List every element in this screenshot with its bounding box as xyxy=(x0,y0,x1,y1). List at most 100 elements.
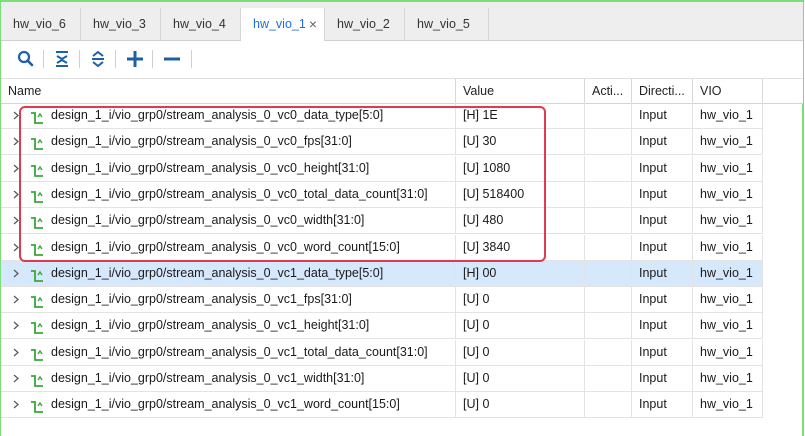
cell-vio: hw_vio_1 xyxy=(693,392,763,418)
cell-activity xyxy=(585,392,632,418)
column-header-name[interactable]: Name xyxy=(1,79,456,103)
remove-icon[interactable] xyxy=(161,48,183,70)
tab-hw-vio-1[interactable]: hw_vio_1 × xyxy=(241,8,325,41)
cell-activity xyxy=(585,208,632,234)
chevron-right-icon[interactable] xyxy=(11,208,21,233)
cell-direction: Input xyxy=(632,103,693,128)
cell-value[interactable]: [U] 480 xyxy=(456,208,585,234)
cell-direction: Input xyxy=(632,339,693,365)
toolbar-separator xyxy=(191,50,192,68)
probe-name: design_1_i/vio_grp0/stream_analysis_0_vc… xyxy=(51,397,400,412)
cell-activity xyxy=(585,129,632,155)
chevron-right-icon[interactable] xyxy=(11,340,21,365)
cell-activity xyxy=(585,313,632,339)
cell-direction: Input xyxy=(632,260,693,286)
toolbar-separator xyxy=(115,50,116,68)
chevron-right-icon[interactable] xyxy=(11,261,21,286)
table-row[interactable]: design_1_i/vio_grp0/stream_analysis_0_vc… xyxy=(1,287,763,314)
probe-name: design_1_i/vio_grp0/stream_analysis_0_vc… xyxy=(51,213,365,228)
probe-signal-icon xyxy=(30,372,44,387)
tab-hw-vio-5[interactable]: hw_vio_5 xyxy=(405,8,489,40)
cell-direction: Input xyxy=(632,392,693,418)
cell-name: design_1_i/vio_grp0/stream_analysis_0_vc… xyxy=(1,339,456,365)
tab-bar: hw_vio_6 hw_vio_3 hw_vio_4 hw_vio_1 × hw… xyxy=(1,2,803,41)
column-header-vio[interactable]: VIO xyxy=(693,79,763,103)
cell-value[interactable]: [U] 30 xyxy=(456,129,585,155)
chevron-right-icon[interactable] xyxy=(11,366,21,391)
cell-value[interactable]: [H] 1E xyxy=(456,103,585,128)
cell-activity xyxy=(585,366,632,391)
probe-signal-icon xyxy=(30,319,44,335)
probe-signal-icon xyxy=(30,188,44,203)
cell-name: design_1_i/vio_grp0/stream_analysis_0_vc… xyxy=(1,392,456,418)
chevron-right-icon[interactable] xyxy=(11,392,21,417)
cell-value[interactable]: [U] 0 xyxy=(456,339,585,365)
tab-hw-vio-4[interactable]: hw_vio_4 xyxy=(161,8,241,40)
cell-activity xyxy=(585,287,632,313)
chevron-right-icon[interactable] xyxy=(11,235,21,260)
tab-label: hw_vio_4 xyxy=(173,17,226,31)
probe-name: design_1_i/vio_grp0/stream_analysis_0_vc… xyxy=(51,134,352,149)
cell-value[interactable]: [U] 3840 xyxy=(456,234,585,260)
probe-name: design_1_i/vio_grp0/stream_analysis_0_vc… xyxy=(51,239,400,254)
cell-activity xyxy=(585,260,632,286)
chevron-right-icon[interactable] xyxy=(11,313,21,338)
cell-vio: hw_vio_1 xyxy=(693,339,763,365)
cell-value[interactable]: [U] 0 xyxy=(456,287,585,313)
table-row[interactable]: design_1_i/vio_grp0/stream_analysis_0_vc… xyxy=(1,181,763,208)
column-header-direction[interactable]: Directi... xyxy=(632,79,693,103)
table-header: Name Value Acti... Directi... VIO xyxy=(1,78,803,104)
tab-hw-vio-6[interactable]: hw_vio_6 xyxy=(1,8,81,40)
cell-direction: Input xyxy=(632,366,693,391)
tab-hw-vio-3[interactable]: hw_vio_3 xyxy=(81,8,161,40)
table-row[interactable]: design_1_i/vio_grp0/stream_analysis_0_vc… xyxy=(1,339,763,366)
cell-value[interactable]: [U] 0 xyxy=(456,313,585,339)
table-row[interactable]: design_1_i/vio_grp0/stream_analysis_0_vc… xyxy=(1,129,763,156)
cell-direction: Input xyxy=(632,313,693,339)
table-row[interactable]: design_1_i/vio_grp0/stream_analysis_0_vc… xyxy=(1,392,763,419)
cell-vio: hw_vio_1 xyxy=(693,155,763,181)
cell-direction: Input xyxy=(632,208,693,234)
cell-activity xyxy=(585,155,632,181)
probe-signal-icon xyxy=(30,109,44,124)
collapse-all-icon[interactable] xyxy=(51,48,73,70)
table-row[interactable]: design_1_i/vio_grp0/stream_analysis_0_vc… xyxy=(1,155,763,182)
cell-vio: hw_vio_1 xyxy=(693,260,763,286)
chevron-right-icon[interactable] xyxy=(11,103,21,128)
table-row[interactable]: design_1_i/vio_grp0/stream_analysis_0_vc… xyxy=(1,313,763,340)
probe-name: design_1_i/vio_grp0/stream_analysis_0_vc… xyxy=(51,344,428,359)
cell-value[interactable]: [H] 00 xyxy=(456,260,585,286)
cell-value[interactable]: [U] 0 xyxy=(456,366,585,391)
add-icon[interactable] xyxy=(124,48,146,70)
table-row[interactable]: design_1_i/vio_grp0/stream_analysis_0_vc… xyxy=(1,234,763,261)
table-row[interactable]: design_1_i/vio_grp0/stream_analysis_0_vc… xyxy=(1,366,763,392)
probe-signal-icon xyxy=(30,267,44,282)
cell-vio: hw_vio_1 xyxy=(693,129,763,155)
cell-value[interactable]: [U] 518400 xyxy=(456,181,585,207)
tab-hw-vio-2[interactable]: hw_vio_2 xyxy=(325,8,405,40)
cell-direction: Input xyxy=(632,155,693,181)
chevron-right-icon[interactable] xyxy=(11,287,21,312)
probe-signal-icon xyxy=(30,346,44,361)
expand-all-icon[interactable] xyxy=(87,48,109,70)
probe-name: design_1_i/vio_grp0/stream_analysis_0_vc… xyxy=(51,186,428,201)
probe-signal-icon xyxy=(30,398,44,414)
cell-name: design_1_i/vio_grp0/stream_analysis_0_vc… xyxy=(1,234,456,260)
search-icon[interactable] xyxy=(15,48,37,70)
toolbar-separator xyxy=(43,50,44,68)
cell-activity xyxy=(585,103,632,128)
cell-value[interactable]: [U] 1080 xyxy=(456,155,585,181)
column-header-value[interactable]: Value xyxy=(456,79,585,103)
cell-vio: hw_vio_1 xyxy=(693,287,763,313)
cell-value[interactable]: [U] 0 xyxy=(456,392,585,418)
close-tab-icon[interactable]: × xyxy=(309,8,317,40)
chevron-right-icon[interactable] xyxy=(11,129,21,154)
table-row[interactable]: design_1_i/vio_grp0/stream_analysis_0_vc… xyxy=(1,103,763,129)
cell-vio: hw_vio_1 xyxy=(693,313,763,339)
chevron-right-icon[interactable] xyxy=(11,156,21,181)
chevron-right-icon[interactable] xyxy=(11,182,21,207)
column-header-activity[interactable]: Acti... xyxy=(585,79,632,103)
table-row[interactable]: design_1_i/vio_grp0/stream_analysis_0_vc… xyxy=(1,208,763,235)
table-row[interactable]: design_1_i/vio_grp0/stream_analysis_0_vc… xyxy=(1,260,763,287)
cell-name: design_1_i/vio_grp0/stream_analysis_0_vc… xyxy=(1,260,456,286)
